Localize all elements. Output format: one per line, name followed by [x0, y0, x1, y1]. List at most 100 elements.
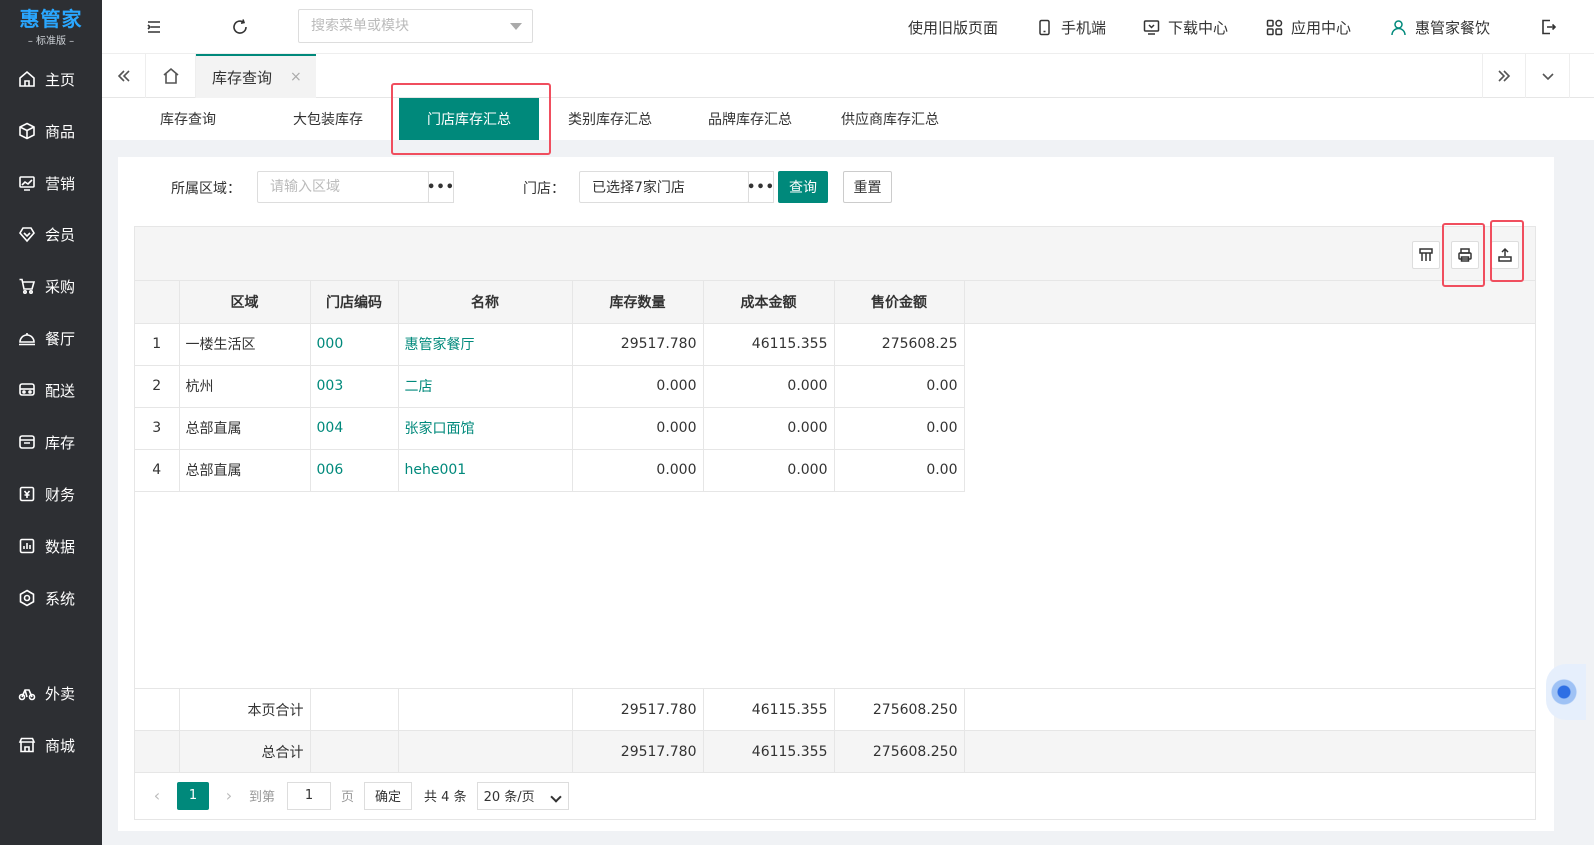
- table-row[interactable]: 1 一楼生活区 000 惠管家餐厅 29517.780 46115.355 27…: [135, 323, 1535, 366]
- tab-scroll-left-button[interactable]: [102, 54, 146, 98]
- cell-name[interactable]: 惠管家餐厅: [398, 323, 573, 366]
- app-center-link[interactable]: 应用中心: [1266, 0, 1351, 54]
- sidebar-item-purchase[interactable]: 采购: [0, 266, 102, 306]
- subnav-inventory-query[interactable]: 库存查询: [138, 98, 238, 140]
- subnav-category-inventory-summary[interactable]: 类别库存汇总: [560, 98, 660, 140]
- cell-store-code[interactable]: 006: [310, 449, 399, 492]
- columns-button[interactable]: [1412, 241, 1440, 269]
- sidebar-item-label: 商品: [45, 122, 76, 141]
- menu-search-input[interactable]: [311, 18, 501, 34]
- cell-quantity: 0.000: [572, 365, 704, 408]
- subnav-supplier-inventory-summary[interactable]: 供应商库存汇总: [834, 98, 946, 140]
- cell-name[interactable]: 二店: [398, 365, 573, 408]
- diamond-icon: [19, 227, 35, 243]
- col-cost[interactable]: 成本金额: [703, 281, 835, 324]
- tab-menu-button[interactable]: [1526, 54, 1570, 98]
- cell-name[interactable]: 张家口面馆: [398, 407, 573, 450]
- store-field[interactable]: [579, 171, 749, 203]
- tab-inventory-query[interactable]: 库存查询 ×: [196, 54, 316, 98]
- store-label: 门店：: [523, 181, 565, 197]
- subnav-bulk-inventory[interactable]: 大包装库存: [278, 98, 378, 140]
- cell-name[interactable]: hehe001: [398, 449, 573, 492]
- sidebar: 惠管家 – 标准版 – 主页 商品 营销 会员 采购 餐厅 配送 库存 财务 数…: [0, 0, 102, 845]
- prev-page-icon[interactable]: ‹: [145, 786, 169, 805]
- cell-store-code[interactable]: 004: [310, 407, 399, 450]
- sidebar-item-restaurant[interactable]: 餐厅: [0, 318, 102, 358]
- table-row[interactable]: 4 总部直属 006 hehe001 0.000 0.000 0.00: [135, 449, 1535, 492]
- region-input[interactable]: [258, 172, 428, 202]
- next-page-icon[interactable]: ›: [217, 786, 241, 805]
- col-price[interactable]: 售价金额: [834, 281, 965, 324]
- data-grid: 区域 门店编码 名称 库存数量 成本金额 售价金额 1 一楼生活区 000 惠管…: [134, 226, 1536, 820]
- sidebar-item-system[interactable]: 系统: [0, 578, 102, 618]
- sidebar-item-inventory[interactable]: 库存: [0, 422, 102, 462]
- subnav-brand-inventory-summary[interactable]: 品牌库存汇总: [700, 98, 800, 140]
- sidebar-item-label: 库存: [45, 433, 76, 452]
- sidebar-item-finance[interactable]: 财务: [0, 474, 102, 514]
- goto-page-input[interactable]: 1: [287, 781, 332, 810]
- mobile-link-label: 手机端: [1061, 18, 1107, 37]
- col-region[interactable]: 区域: [179, 281, 311, 324]
- store-input[interactable]: [580, 172, 748, 202]
- assistant-float-button[interactable]: [1546, 664, 1586, 720]
- old-page-link[interactable]: 使用旧版页面: [908, 0, 998, 54]
- store-picker-button[interactable]: •••: [747, 171, 774, 203]
- sidebar-item-member[interactable]: 会员: [0, 214, 102, 254]
- sidebar-item-goods[interactable]: 商品: [0, 111, 102, 151]
- col-store-code[interactable]: 门店编码: [310, 281, 399, 324]
- printer-icon: [1458, 248, 1472, 262]
- subnav-store-inventory-summary[interactable]: 门店库存汇总: [399, 98, 539, 140]
- reset-button[interactable]: 重置: [843, 171, 892, 203]
- data-icon: [19, 538, 35, 554]
- menu-toggle-button[interactable]: [138, 0, 170, 54]
- cell-store-code[interactable]: 003: [310, 365, 399, 408]
- refresh-button[interactable]: [224, 0, 256, 54]
- page-size-select[interactable]: 20 条/页: [476, 781, 569, 810]
- double-chevron-right-icon: [1498, 70, 1511, 82]
- sidebar-item-marketing[interactable]: 营销: [0, 163, 102, 203]
- region-field[interactable]: [257, 171, 429, 203]
- sidebar-item-label: 系统: [45, 589, 76, 608]
- user-icon: [1391, 19, 1406, 35]
- sidebar-item-home[interactable]: 主页: [0, 59, 102, 99]
- cell-cost: 0.000: [703, 365, 835, 408]
- total-filler: [964, 688, 1535, 731]
- goto-confirm-button[interactable]: 确定: [364, 781, 413, 810]
- sidebar-item-takeout[interactable]: 外卖: [0, 673, 102, 713]
- cell-store-code[interactable]: 000: [310, 323, 399, 366]
- col-name[interactable]: 名称: [398, 281, 573, 324]
- export-button[interactable]: [1491, 241, 1519, 269]
- col-quantity[interactable]: 库存数量: [572, 281, 704, 324]
- apps-icon: [1266, 19, 1283, 35]
- gear-icon: [19, 589, 35, 607]
- menu-icon: [147, 21, 160, 33]
- logout-icon: [1542, 19, 1557, 35]
- cloche-icon: [19, 333, 35, 346]
- tab-scroll-right-button[interactable]: [1482, 54, 1526, 98]
- page-total-cost: 46115.355: [703, 688, 835, 731]
- sidebar-item-mall[interactable]: 商城: [0, 725, 102, 765]
- chevron-down-icon[interactable]: [510, 23, 522, 30]
- cell-region: 一楼生活区: [179, 323, 311, 366]
- logout-button[interactable]: [1532, 0, 1564, 54]
- region-picker-button[interactable]: •••: [427, 171, 454, 203]
- table-row[interactable]: 2 杭州 003 二店 0.000 0.000 0.00: [135, 365, 1535, 408]
- sidebar-item-delivery[interactable]: 配送: [0, 370, 102, 410]
- print-button[interactable]: [1451, 241, 1479, 269]
- sidebar-item-label: 主页: [45, 70, 76, 89]
- sidebar-item-data[interactable]: 数据: [0, 526, 102, 566]
- finance-icon: [19, 486, 35, 502]
- tab-bar: 库存查询 ×: [102, 54, 1594, 98]
- current-page[interactable]: 1: [177, 781, 209, 810]
- tab-home[interactable]: [146, 54, 196, 98]
- cell-region: 杭州: [179, 365, 311, 408]
- mobile-link[interactable]: 手机端: [1036, 0, 1106, 54]
- table-row[interactable]: 3 总部直属 004 张家口面馆 0.000 0.000 0.00: [135, 407, 1535, 450]
- menu-search-box[interactable]: [298, 9, 533, 43]
- query-button[interactable]: 查询: [778, 171, 828, 203]
- app-center-label: 应用中心: [1291, 18, 1352, 37]
- download-center-link[interactable]: 下载中心: [1143, 0, 1228, 54]
- close-icon[interactable]: ×: [290, 69, 302, 85]
- total-blank: [135, 688, 180, 731]
- user-menu[interactable]: 惠管家餐饮: [1390, 0, 1490, 54]
